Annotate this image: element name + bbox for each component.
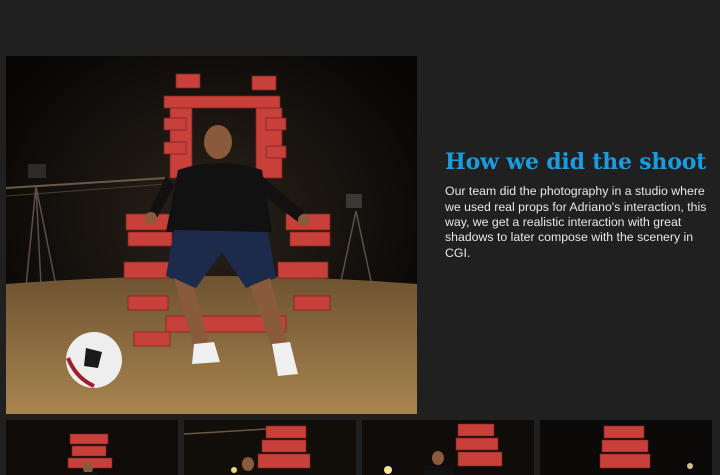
- studio-throne-photo: [6, 56, 417, 414]
- section-title: How we did the shoot: [445, 149, 707, 175]
- photo-thumbnail-icon: [540, 420, 712, 475]
- thumbnail-4[interactable]: [540, 420, 712, 475]
- photo-thumbnail-icon: [6, 420, 178, 475]
- thumbnail-3[interactable]: [362, 420, 534, 475]
- thumbnail-1[interactable]: [6, 420, 178, 475]
- thumbnail-2[interactable]: [184, 420, 356, 475]
- shoot-description: How we did the shoot Our team did the ph…: [445, 150, 707, 261]
- photo-thumbnail-icon: [184, 420, 356, 475]
- thumbnail-strip: [6, 420, 720, 475]
- main-photo: [6, 56, 417, 414]
- photo-thumbnail-icon: [362, 420, 534, 475]
- section-body: Our team did the photography in a studio…: [445, 184, 707, 260]
